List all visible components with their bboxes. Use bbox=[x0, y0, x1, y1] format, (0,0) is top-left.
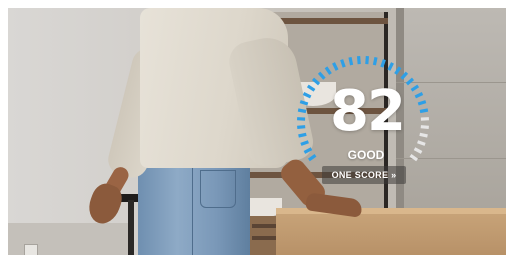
gauge-tick-active bbox=[297, 108, 307, 114]
one-score-button[interactable]: ONE SCORE » bbox=[322, 166, 406, 184]
stool-leg bbox=[128, 200, 134, 255]
gauge-tick-active bbox=[311, 77, 321, 86]
gauge-tick-inactive bbox=[419, 132, 428, 138]
gauge-tick-active bbox=[306, 84, 316, 92]
gauge-tick-active bbox=[365, 55, 369, 65]
score-rating-label: GOOD bbox=[347, 148, 385, 162]
gauge-tick-inactive bbox=[420, 125, 429, 129]
gauge-tick-active bbox=[387, 62, 394, 71]
gauge-tick-active bbox=[298, 132, 307, 138]
gauge-tick-active bbox=[307, 153, 317, 162]
gauge-tick-active bbox=[302, 92, 312, 99]
gauge-tick-active bbox=[332, 62, 339, 71]
gauge-tick-active bbox=[303, 147, 313, 154]
gauge-tick-active bbox=[417, 100, 427, 106]
gauge-tick-active bbox=[400, 71, 409, 80]
gauge-tick-active bbox=[340, 59, 346, 68]
gauge-tick-active bbox=[357, 55, 361, 65]
gauge-tick-active bbox=[324, 66, 332, 75]
gauge-tick-active bbox=[419, 108, 429, 114]
score-value: 82 bbox=[330, 79, 406, 144]
gauge-tick-active bbox=[410, 84, 420, 92]
gauge-tick-inactive bbox=[413, 147, 423, 154]
gauge-tick-active bbox=[372, 56, 378, 66]
gauge-tick-active bbox=[317, 71, 326, 80]
gauge-tick-active bbox=[348, 56, 354, 66]
gauge-tick-inactive bbox=[417, 140, 426, 146]
gauge-tick-inactive bbox=[409, 153, 419, 162]
gauge-tick-active bbox=[414, 92, 424, 99]
gauge-tick-active bbox=[380, 59, 386, 68]
gauge-tick-active bbox=[394, 66, 402, 75]
wall-outlet bbox=[24, 244, 38, 255]
gauge-tick-active bbox=[299, 100, 309, 106]
kitchen-counter bbox=[276, 208, 506, 255]
gauge-tick-active bbox=[297, 125, 306, 129]
gauge-tick-active bbox=[300, 140, 309, 146]
gauge-tick-active bbox=[405, 77, 415, 86]
